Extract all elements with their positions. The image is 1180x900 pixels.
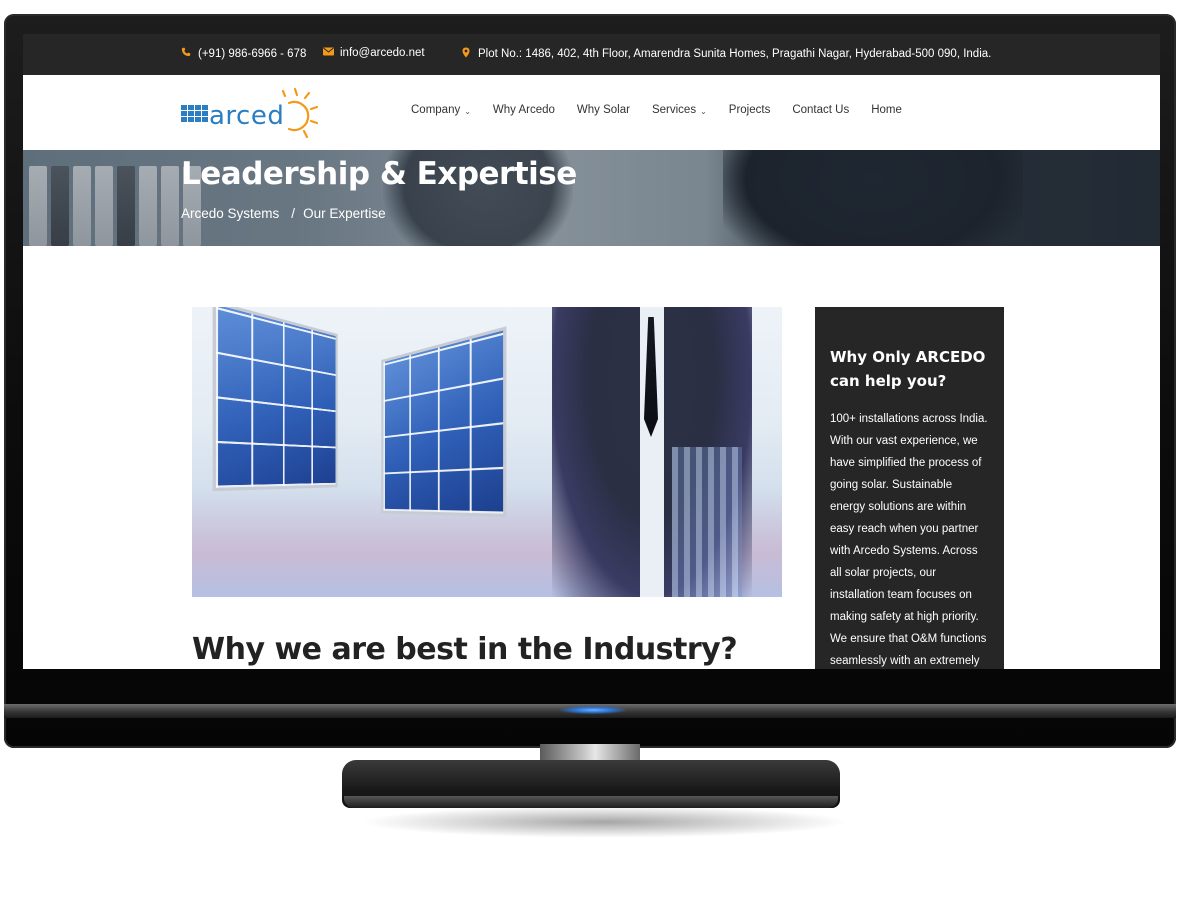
arcedo-logo[interactable]: arced [181,83,331,143]
city-skyline [672,447,742,597]
stand-shadow [360,806,850,838]
nav-why-arcedo-label: Why Arcedo [493,104,555,116]
sidebar-title: Why Only ARCEDO can help you? [830,345,990,393]
nav-contact-us[interactable]: Contact Us [792,104,849,116]
chevron-down-icon: ⌄ [464,107,471,116]
nav-why-solar[interactable]: Why Solar [577,104,630,116]
solar-business-image [192,307,782,597]
nav-company[interactable]: Company ⌄ [411,104,471,116]
nav-contact-us-label: Contact Us [792,104,849,116]
email-address: info@arcedo.net [340,47,425,59]
solar-panel-right [381,326,506,517]
address-text: Plot No.: 1486, 402, 4th Floor, Amarendr… [478,48,991,60]
why-arcedo-sidebar: Why Only ARCEDO can help you? 100+ insta… [815,307,1004,669]
phone-number: (+91) 986-6966 - 678 [198,48,306,60]
sidebar-body: 100+ installations across India. With ou… [830,408,990,669]
page-title: Leadership & Expertise [181,156,577,192]
primary-nav: Company ⌄ Why Arcedo Why Solar Services … [411,104,924,116]
nav-projects[interactable]: Projects [729,104,771,116]
breadcrumb-separator: / [291,206,295,221]
breadcrumb-current: Our Expertise [303,206,386,221]
email-contact[interactable]: info@arcedo.net [323,47,425,59]
stand-edge [344,796,838,808]
nav-why-solar-label: Why Solar [577,104,630,116]
phone-icon [181,47,191,60]
nav-home[interactable]: Home [871,104,902,116]
top-info-bar: (+91) 986-6966 - 678 info@arcedo.net Plo… [23,34,1160,75]
chevron-down-icon: ⌄ [700,107,707,116]
breadcrumb-home-link[interactable]: Arcedo Systems [181,206,279,221]
map-pin-icon [461,47,471,61]
solar-panel-left [213,307,338,491]
address-info: Plot No.: 1486, 402, 4th Floor, Amarendr… [461,47,991,61]
page-hero-banner: Leadership & Expertise Arcedo Systems / … [23,150,1160,246]
nav-home-label: Home [871,104,902,116]
nav-services-label: Services [652,104,696,116]
logo-wordmark: arced [209,101,284,131]
screen: (+91) 986-6966 - 678 info@arcedo.net Plo… [23,34,1160,669]
nav-projects-label: Projects [729,104,771,116]
nav-services[interactable]: Services ⌄ [652,104,707,116]
power-led [560,706,626,714]
phone-contact[interactable]: (+91) 986-6966 - 678 [181,47,306,60]
nav-company-label: Company [411,104,460,116]
envelope-icon [323,47,333,59]
main-navbar: arced Company ⌄ Why Arcedo Why Solar Ser… [23,75,1160,150]
breadcrumb: Arcedo Systems / Our Expertise [181,206,386,221]
nav-why-arcedo[interactable]: Why Arcedo [493,104,555,116]
section-heading: Why we are best in the Industry? [192,632,737,667]
